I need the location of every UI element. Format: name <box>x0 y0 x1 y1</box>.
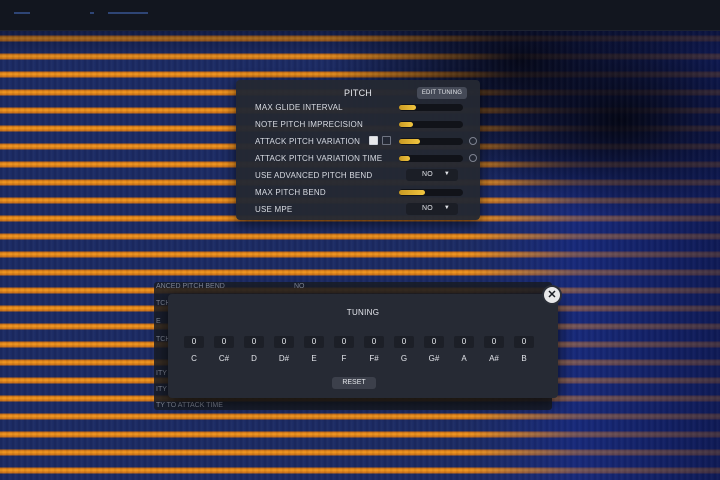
tuning-title: TUNING <box>346 308 380 317</box>
note-column-c: 0 C <box>182 336 206 363</box>
attack-pitch-variation-row: ATTACK PITCH VARIATION <box>236 134 480 150</box>
note-column-b: 0 B <box>512 336 536 363</box>
note-offset-input[interactable]: 0 <box>244 336 264 348</box>
note-column-g-sharp: 0 G# <box>422 336 446 363</box>
use-advanced-pitch-bend-dropdown[interactable]: NO ▼ <box>406 169 458 181</box>
slider-fill <box>399 105 417 110</box>
toolbar-mark <box>90 12 94 14</box>
note-column-f: 0 F <box>332 336 356 363</box>
note-pitch-imprecision-row: NOTE PITCH IMPRECISION <box>236 117 480 133</box>
note-label: D# <box>278 354 290 363</box>
note-offset-input[interactable]: 0 <box>184 336 204 348</box>
note-label: C <box>191 354 197 363</box>
note-offset-input[interactable]: 0 <box>484 336 504 348</box>
attack-pitch-variation-slider[interactable] <box>399 138 463 145</box>
note-offset-input[interactable]: 0 <box>454 336 474 348</box>
reset-button[interactable]: RESET <box>332 377 376 389</box>
note-label: A <box>461 354 467 363</box>
ghost-label: E <box>156 318 161 325</box>
tuning-dialog: TUNING 0 C 0 C# 0 D 0 D# 0 E 0 F 0 F# 0 … <box>168 294 558 398</box>
max-glide-interval-slider[interactable] <box>399 104 463 111</box>
max-pitch-bend-row: MAX PITCH BEND <box>236 185 480 201</box>
note-column-d: 0 D <box>242 336 266 363</box>
slider-fill <box>399 139 421 144</box>
note-offset-input[interactable]: 0 <box>364 336 384 348</box>
note-column-c-sharp: 0 C# <box>212 336 236 363</box>
note-column-a: 0 A <box>452 336 476 363</box>
info-circle-icon[interactable] <box>469 137 477 145</box>
note-offset-input[interactable]: 0 <box>334 336 354 348</box>
note-offset-input[interactable]: 0 <box>304 336 324 348</box>
note-column-d-sharp: 0 D# <box>272 336 296 363</box>
note-label: B <box>521 354 527 363</box>
link-icon[interactable] <box>382 136 391 145</box>
row-label: MAX GLIDE INTERVAL <box>255 103 343 112</box>
note-column-a-sharp: 0 A# <box>482 336 506 363</box>
note-column-e: 0 E <box>302 336 326 363</box>
note-offset-input[interactable]: 0 <box>394 336 414 348</box>
note-column-g: 0 G <box>392 336 416 363</box>
note-label: G# <box>428 354 440 363</box>
ghost-label: ITY <box>156 386 167 393</box>
note-pitch-imprecision-slider[interactable] <box>399 121 463 128</box>
toolbar-mark <box>14 12 30 14</box>
modulation-icon[interactable] <box>369 136 378 145</box>
note-column-f-sharp: 0 F# <box>362 336 386 363</box>
chevron-down-icon: ▼ <box>443 205 450 211</box>
dropdown-value: NO <box>422 205 433 212</box>
ghost-value: NO <box>294 283 305 290</box>
use-advanced-pitch-bend-row: USE ADVANCED PITCH BEND NO ▼ <box>236 168 480 184</box>
edit-tuning-button[interactable]: EDIT TUNING <box>417 87 467 99</box>
chevron-down-icon: ▼ <box>443 171 450 177</box>
slider-fill <box>399 156 410 161</box>
max-pitch-bend-slider[interactable] <box>399 189 463 196</box>
row-label: USE ADVANCED PITCH BEND <box>255 171 373 180</box>
attack-pitch-variation-time-row: ATTACK PITCH VARIATION TIME <box>236 151 480 167</box>
note-label: F <box>341 354 347 363</box>
row-label: NOTE PITCH IMPRECISION <box>255 120 363 129</box>
toolbar-mark <box>108 12 148 14</box>
note-offset-input[interactable]: 0 <box>274 336 294 348</box>
row-label: USE MPE <box>255 205 293 214</box>
pitch-panel: PITCH EDIT TUNING MAX GLIDE INTERVAL NOT… <box>236 80 480 220</box>
note-label: E <box>311 354 317 363</box>
info-circle-icon[interactable] <box>469 154 477 162</box>
note-offset-input[interactable]: 0 <box>424 336 444 348</box>
note-label: F# <box>369 354 379 363</box>
use-mpe-row: USE MPE NO ▼ <box>236 202 480 218</box>
slider-fill <box>399 190 426 195</box>
ghost-label: ITY <box>156 370 167 377</box>
attack-pitch-variation-time-slider[interactable] <box>399 155 463 162</box>
use-mpe-dropdown[interactable]: NO ▼ <box>406 203 458 215</box>
row-label: ATTACK PITCH VARIATION TIME <box>255 154 383 163</box>
note-label: D <box>251 354 257 363</box>
note-offset-input[interactable]: 0 <box>514 336 534 348</box>
ghost-label: ANCED PITCH BEND <box>156 283 225 290</box>
note-label: C# <box>218 354 230 363</box>
max-glide-interval-row: MAX GLIDE INTERVAL <box>236 100 480 116</box>
slider-fill <box>399 122 414 127</box>
close-icon[interactable]: ✕ <box>544 287 560 303</box>
note-label: G <box>400 354 408 363</box>
row-label: ATTACK PITCH VARIATION <box>255 137 361 146</box>
row-label: MAX PITCH BEND <box>255 188 326 197</box>
note-offset-input[interactable]: 0 <box>214 336 234 348</box>
dropdown-value: NO <box>422 171 433 178</box>
top-toolbar <box>0 0 720 31</box>
ghost-label: TY TO ATTACK TIME <box>156 402 223 409</box>
note-label: A# <box>489 354 499 363</box>
